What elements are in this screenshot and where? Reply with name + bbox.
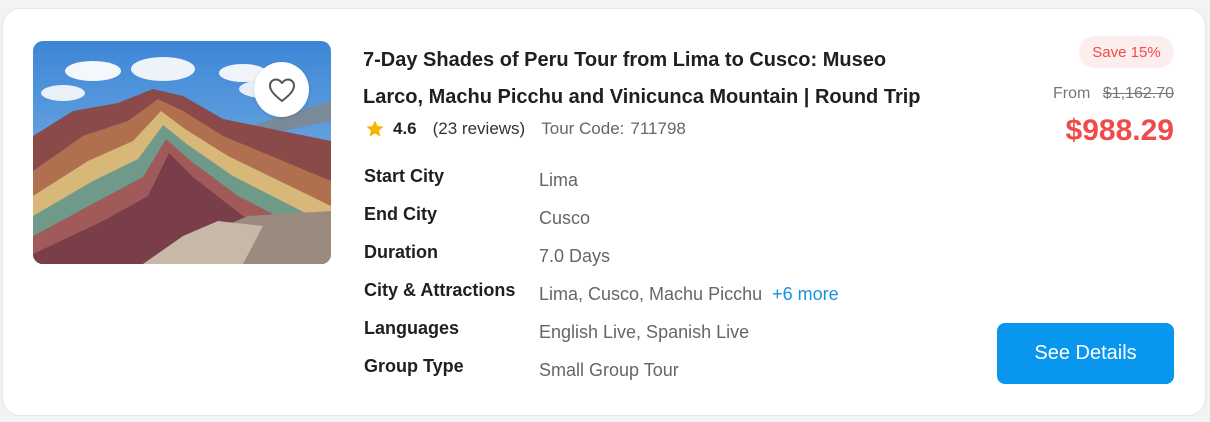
rating-row: 4.6 (23 reviews) Tour Code: 711798 — [365, 117, 686, 141]
spec-label: End City — [364, 204, 438, 224]
save-badge: Save 15% — [1079, 36, 1174, 68]
tour-code-value: 711798 — [630, 119, 686, 138]
spec-value: Lima, Cusco, Machu Picchu — [539, 284, 763, 304]
original-price: $1,162.70 — [1102, 85, 1174, 102]
spec-value: Cusco — [539, 208, 591, 228]
current-price: $988.29 — [1065, 114, 1174, 147]
spec-value: Small Group Tour — [539, 360, 679, 380]
tour-title[interactable]: 7-Day Shades of Peru Tour from Lima to C… — [363, 42, 943, 116]
spec-value: Lima — [539, 170, 579, 190]
spec-label: Languages — [364, 318, 460, 338]
spec-label: Duration — [364, 242, 438, 262]
spec-label: City & Attractions — [364, 280, 516, 300]
rating-score: 4.6 — [393, 119, 417, 138]
spec-label: Start City — [364, 166, 445, 186]
more-attractions-link[interactable]: +6 more — [772, 284, 839, 304]
heart-outline-icon — [268, 78, 295, 102]
from-label: From — [1053, 85, 1091, 102]
tour-code: Tour Code: 711798 — [541, 119, 686, 139]
spec-label: Group Type — [364, 356, 464, 376]
see-details-button[interactable]: See Details — [997, 323, 1174, 384]
original-price-row: From $1,162.70 — [1053, 85, 1174, 103]
spec-value: 7.0 Days — [539, 246, 611, 266]
spec-value-wrapper: Lima, Cusco, Machu Picchu +6 more — [539, 284, 839, 305]
review-count[interactable]: (23 reviews) — [433, 119, 526, 139]
star-icon — [366, 120, 384, 137]
spec-value: English Live, Spanish Live — [539, 322, 750, 342]
favorite-button[interactable] — [254, 62, 309, 117]
tour-code-label: Tour Code: — [541, 119, 625, 138]
